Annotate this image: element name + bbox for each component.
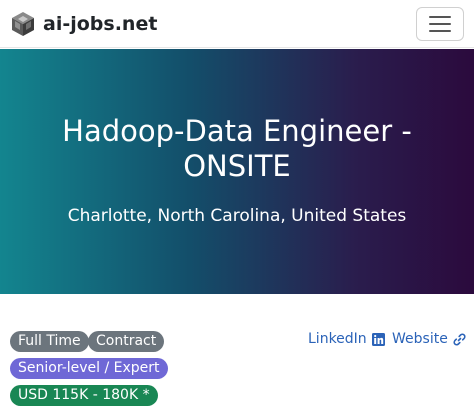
website-label: Website	[392, 331, 448, 347]
linkedin-link[interactable]: LinkedIn	[308, 330, 385, 348]
hamburger-menu-icon	[428, 14, 452, 34]
menu-toggle-button[interactable]	[416, 7, 464, 41]
linkedin-label: LinkedIn	[308, 331, 367, 347]
linkedin-icon	[367, 332, 385, 346]
job-header: Hadoop-Data Engineer - ONSITE Charlotte,…	[0, 49, 474, 294]
navbar: ai-jobs.net	[0, 0, 474, 48]
link-icon	[448, 332, 466, 346]
badge-salary: USD 115K - 180K *	[10, 385, 158, 406]
badge-full-time: Full Time	[10, 331, 89, 352]
cube-logo-icon	[10, 11, 36, 37]
brand-link[interactable]: ai-jobs.net	[10, 11, 157, 37]
job-location: Charlotte, North Carolina, United States	[67, 206, 407, 226]
brand-name: ai-jobs.net	[43, 13, 158, 35]
badge-contract: Contract	[88, 331, 165, 352]
job-meta: Full Time Contract Senior-level / Expert…	[0, 294, 474, 413]
job-title: Hadoop-Data Engineer - ONSITE	[62, 114, 412, 183]
website-link[interactable]: Website	[392, 330, 466, 348]
badge-experience-level: Senior-level / Expert	[10, 358, 168, 379]
